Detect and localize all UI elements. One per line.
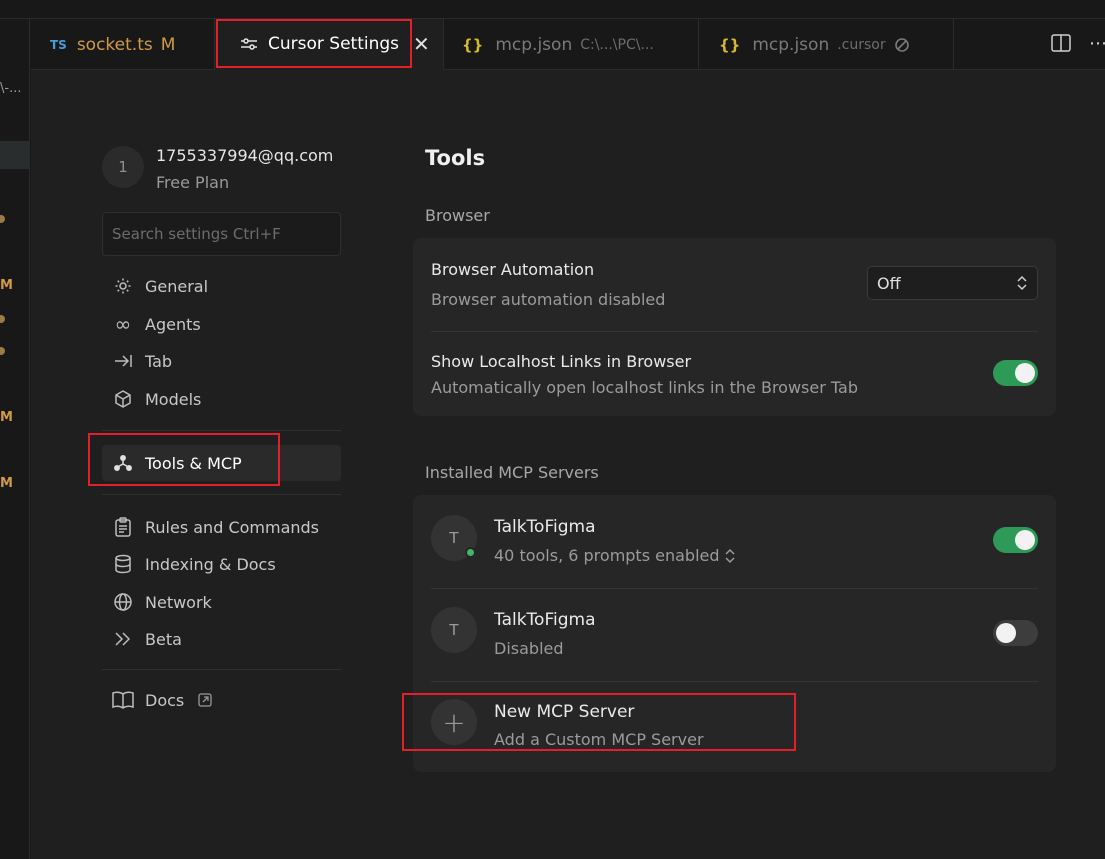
- sidebar-item-label: Network: [145, 592, 212, 612]
- row-divider: [431, 588, 1038, 589]
- server-avatar: T: [431, 607, 477, 653]
- cube-icon: [112, 388, 134, 410]
- browser-automation-subtitle: Browser automation disabled: [431, 290, 666, 309]
- updown-chevron-icon: [1016, 274, 1028, 292]
- section-label-browser: Browser: [425, 206, 490, 225]
- sidebar-item-label: Tab: [145, 351, 173, 371]
- gutter-truncated-label: \-...: [0, 81, 22, 96]
- gear-icon: [112, 275, 134, 297]
- sidebar-item-indexing[interactable]: Indexing & Docs: [102, 546, 341, 582]
- server-toggle[interactable]: [993, 527, 1038, 553]
- close-icon[interactable]: ✕: [413, 32, 430, 56]
- json-icon: {}: [719, 35, 741, 54]
- typescript-icon: TS: [50, 37, 67, 52]
- gutter-modified-marker: M: [0, 278, 13, 293]
- infinity-icon: ∞: [114, 312, 132, 336]
- browser-automation-title: Browser Automation: [431, 260, 595, 279]
- tab-socket-ts[interactable]: TS socket.ts M: [31, 19, 215, 70]
- new-mcp-server-button[interactable]: + New MCP Server Add a Custom MCP Server: [413, 682, 1056, 770]
- tab-label: Cursor Settings: [268, 34, 400, 54]
- gutter-dot: [0, 315, 5, 323]
- server-name: TalkToFigma: [494, 610, 596, 630]
- sliders-icon: [240, 37, 258, 51]
- localhost-links-subtitle: Automatically open localhost links in th…: [431, 378, 858, 397]
- gutter-selected-row[interactable]: [0, 141, 30, 169]
- gutter-modified-marker: M: [0, 410, 13, 425]
- sidebar-item-network[interactable]: Network: [102, 584, 341, 620]
- sidebar-item-label: General: [145, 276, 209, 296]
- more-actions-icon[interactable]: ⋯: [1089, 33, 1105, 54]
- sidebar-item-models[interactable]: Models: [102, 381, 341, 417]
- mcp-servers-card: T TalkToFigma 40 tools, 6 prompts enable…: [413, 495, 1056, 772]
- sidebar-item-label: Tools & MCP: [145, 453, 242, 473]
- sidebar-item-label: Beta: [145, 629, 182, 649]
- title-bar: [0, 0, 1105, 19]
- server-status: 40 tools, 6 prompts enabled: [494, 546, 720, 565]
- sidebar-item-general[interactable]: General: [102, 268, 341, 304]
- tab-mcp-json-cursor[interactable]: {} mcp.json .cursor: [699, 19, 954, 70]
- sidebar-divider: [102, 430, 341, 431]
- localhost-links-title: Show Localhost Links in Browser: [431, 352, 692, 371]
- sidebar-item-tab[interactable]: Tab: [102, 343, 341, 379]
- row-divider: [431, 331, 1038, 332]
- split-editor-icon[interactable]: [1051, 34, 1071, 56]
- tab-cursor-settings[interactable]: Cursor Settings ✕: [215, 19, 444, 70]
- tab-arrow-icon: [112, 350, 134, 372]
- tab-label: mcp.json: [752, 34, 830, 55]
- globe-icon: [112, 591, 134, 613]
- section-label-mcp: Installed MCP Servers: [425, 463, 599, 482]
- book-icon: [112, 689, 134, 711]
- external-link-icon: [198, 693, 212, 707]
- gutter-dot: [0, 347, 5, 355]
- sidebar-item-label: Rules and Commands: [145, 517, 320, 537]
- tab-label: socket.ts: [76, 34, 153, 55]
- tab-path: .cursor: [837, 36, 886, 53]
- modified-flag: M: [160, 34, 176, 55]
- sidebar-item-tools-mcp[interactable]: Tools & MCP: [102, 445, 341, 481]
- json-icon: {}: [462, 35, 484, 54]
- new-server-title: New MCP Server: [494, 702, 635, 722]
- browser-settings-card: Browser Automation Browser automation di…: [413, 238, 1056, 416]
- server-status: Disabled: [494, 639, 564, 658]
- tab-mcp-json-global[interactable]: {} mcp.json C:\...\PC\...: [444, 19, 699, 70]
- tab-path: C:\...\PC\...: [580, 36, 654, 53]
- account-header: 1 1755337994@qq.com Free Plan: [102, 146, 333, 192]
- expand-chevron-icon[interactable]: [724, 547, 736, 565]
- double-chevron-icon: [112, 628, 134, 650]
- page-title: Tools: [425, 146, 486, 170]
- account-email: 1755337994@qq.com: [156, 146, 334, 165]
- browser-automation-select[interactable]: Off: [867, 266, 1038, 300]
- tab-label: mcp.json: [495, 34, 573, 55]
- sidebar-item-rules[interactable]: Rules and Commands: [102, 509, 341, 545]
- clipboard-icon: [112, 516, 134, 538]
- explorer-gutter: \-... M M M: [0, 19, 30, 859]
- localhost-links-toggle[interactable]: [993, 360, 1038, 386]
- sidebar-item-label: Docs: [145, 690, 185, 710]
- account-plan: Free Plan: [156, 173, 230, 192]
- gutter-modified-marker: M: [0, 476, 13, 491]
- server-name: TalkToFigma: [494, 517, 596, 537]
- gutter-dot: [0, 215, 5, 223]
- server-toggle[interactable]: [993, 620, 1038, 646]
- sidebar-item-label: Models: [145, 389, 202, 409]
- new-server-subtitle: Add a Custom MCP Server: [494, 730, 704, 749]
- network-nodes-icon: [112, 452, 134, 474]
- plus-icon: +: [431, 699, 477, 745]
- select-value: Off: [877, 273, 901, 293]
- status-online-dot: [465, 547, 476, 558]
- sidebar-item-agents[interactable]: ∞ Agents: [102, 306, 341, 342]
- sidebar-item-label: Indexing & Docs: [145, 554, 276, 574]
- database-icon: [112, 553, 134, 575]
- sidebar-item-beta[interactable]: Beta: [102, 621, 341, 657]
- sidebar-divider: [102, 669, 341, 670]
- sidebar-item-docs[interactable]: Docs: [102, 682, 341, 718]
- deleted-icon: [894, 37, 910, 53]
- sidebar-divider: [102, 494, 341, 495]
- editor-tab-bar: TS socket.ts M Cursor Settings ✕ {} mcp.…: [31, 19, 1105, 70]
- sidebar-item-label: Agents: [145, 314, 201, 334]
- search-settings-input[interactable]: [102, 212, 341, 256]
- avatar: 1: [102, 146, 144, 188]
